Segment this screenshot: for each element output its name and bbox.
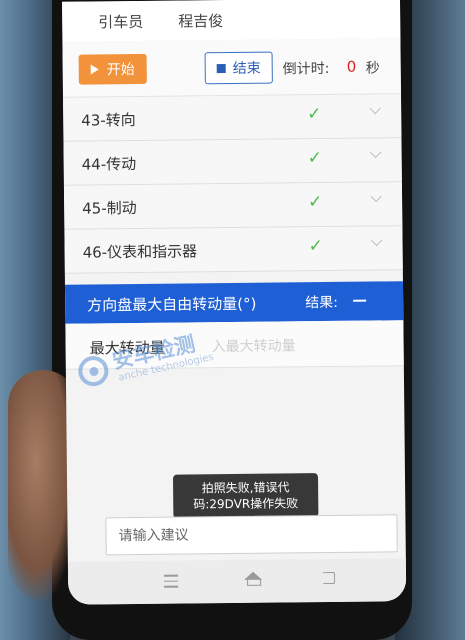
start-button[interactable]: 开始: [78, 53, 147, 85]
toast-line-2: 码:29DVR操作失败: [193, 496, 299, 512]
list-item-45[interactable]: 45-制动 ✓: [63, 182, 403, 230]
toast-line-1: 拍照失败,错误代: [201, 480, 290, 496]
end-button-label: 结束: [232, 60, 261, 77]
end-button[interactable]: 结束: [204, 51, 273, 85]
list-item-label: 45-制动: [82, 198, 137, 218]
play-icon: [90, 64, 99, 75]
countdown-value: 0: [346, 57, 357, 76]
phone-screen: 引车员 程吉俊 开始 结束 倒计时: 0 秒 43-转向 ✓ 44-传动 ✓ 4…: [62, 0, 407, 605]
stop-icon: [216, 63, 226, 73]
suggestion-input[interactable]: [116, 515, 391, 555]
driver-name: 程吉俊: [178, 12, 224, 31]
countdown-unit: 秒: [365, 60, 380, 77]
selected-item-title: 方向盘最大自由转动量(°): [87, 294, 257, 315]
chevron-down-icon[interactable]: [370, 190, 382, 203]
driver-label: 引车员: [98, 12, 144, 32]
watermark-logo-icon: [75, 353, 112, 390]
result-empty-indicator: [353, 299, 367, 302]
start-button-label: 开始: [106, 62, 135, 79]
list-item-label: 43-转向: [81, 111, 136, 130]
list-item-label: 44-传动: [81, 155, 137, 174]
list-item-43[interactable]: 43-转向 ✓: [63, 94, 402, 142]
menu-icon[interactable]: [164, 574, 179, 592]
back-icon[interactable]: [322, 571, 336, 585]
inspector-header: 引车员 程吉俊: [62, 0, 401, 43]
list-item-label: 46-仪表和指示器: [82, 242, 198, 262]
chevron-down-icon[interactable]: [369, 146, 382, 159]
system-nav-bar: [67, 558, 407, 605]
check-icon: ✓: [307, 148, 323, 169]
chevron-down-icon[interactable]: [369, 102, 381, 115]
countdown-label: 倒计时:: [282, 60, 330, 78]
check-icon: ✓: [307, 104, 322, 125]
list-item-46[interactable]: 46-仪表和指示器 ✓: [64, 226, 403, 274]
check-icon: ✓: [308, 192, 323, 213]
list-item-44[interactable]: 44-传动 ✓: [63, 138, 402, 186]
suggestion-field[interactable]: [105, 514, 398, 556]
home-icon[interactable]: [243, 571, 263, 580]
error-toast: 拍照失败,错误代 码:29DVR操作失败: [172, 473, 319, 519]
check-icon: ✓: [308, 236, 323, 257]
result-label: 结果:: [305, 294, 338, 312]
chevron-down-icon[interactable]: [370, 234, 383, 247]
controls-row: 开始 结束 倒计时: 0 秒: [62, 38, 401, 98]
